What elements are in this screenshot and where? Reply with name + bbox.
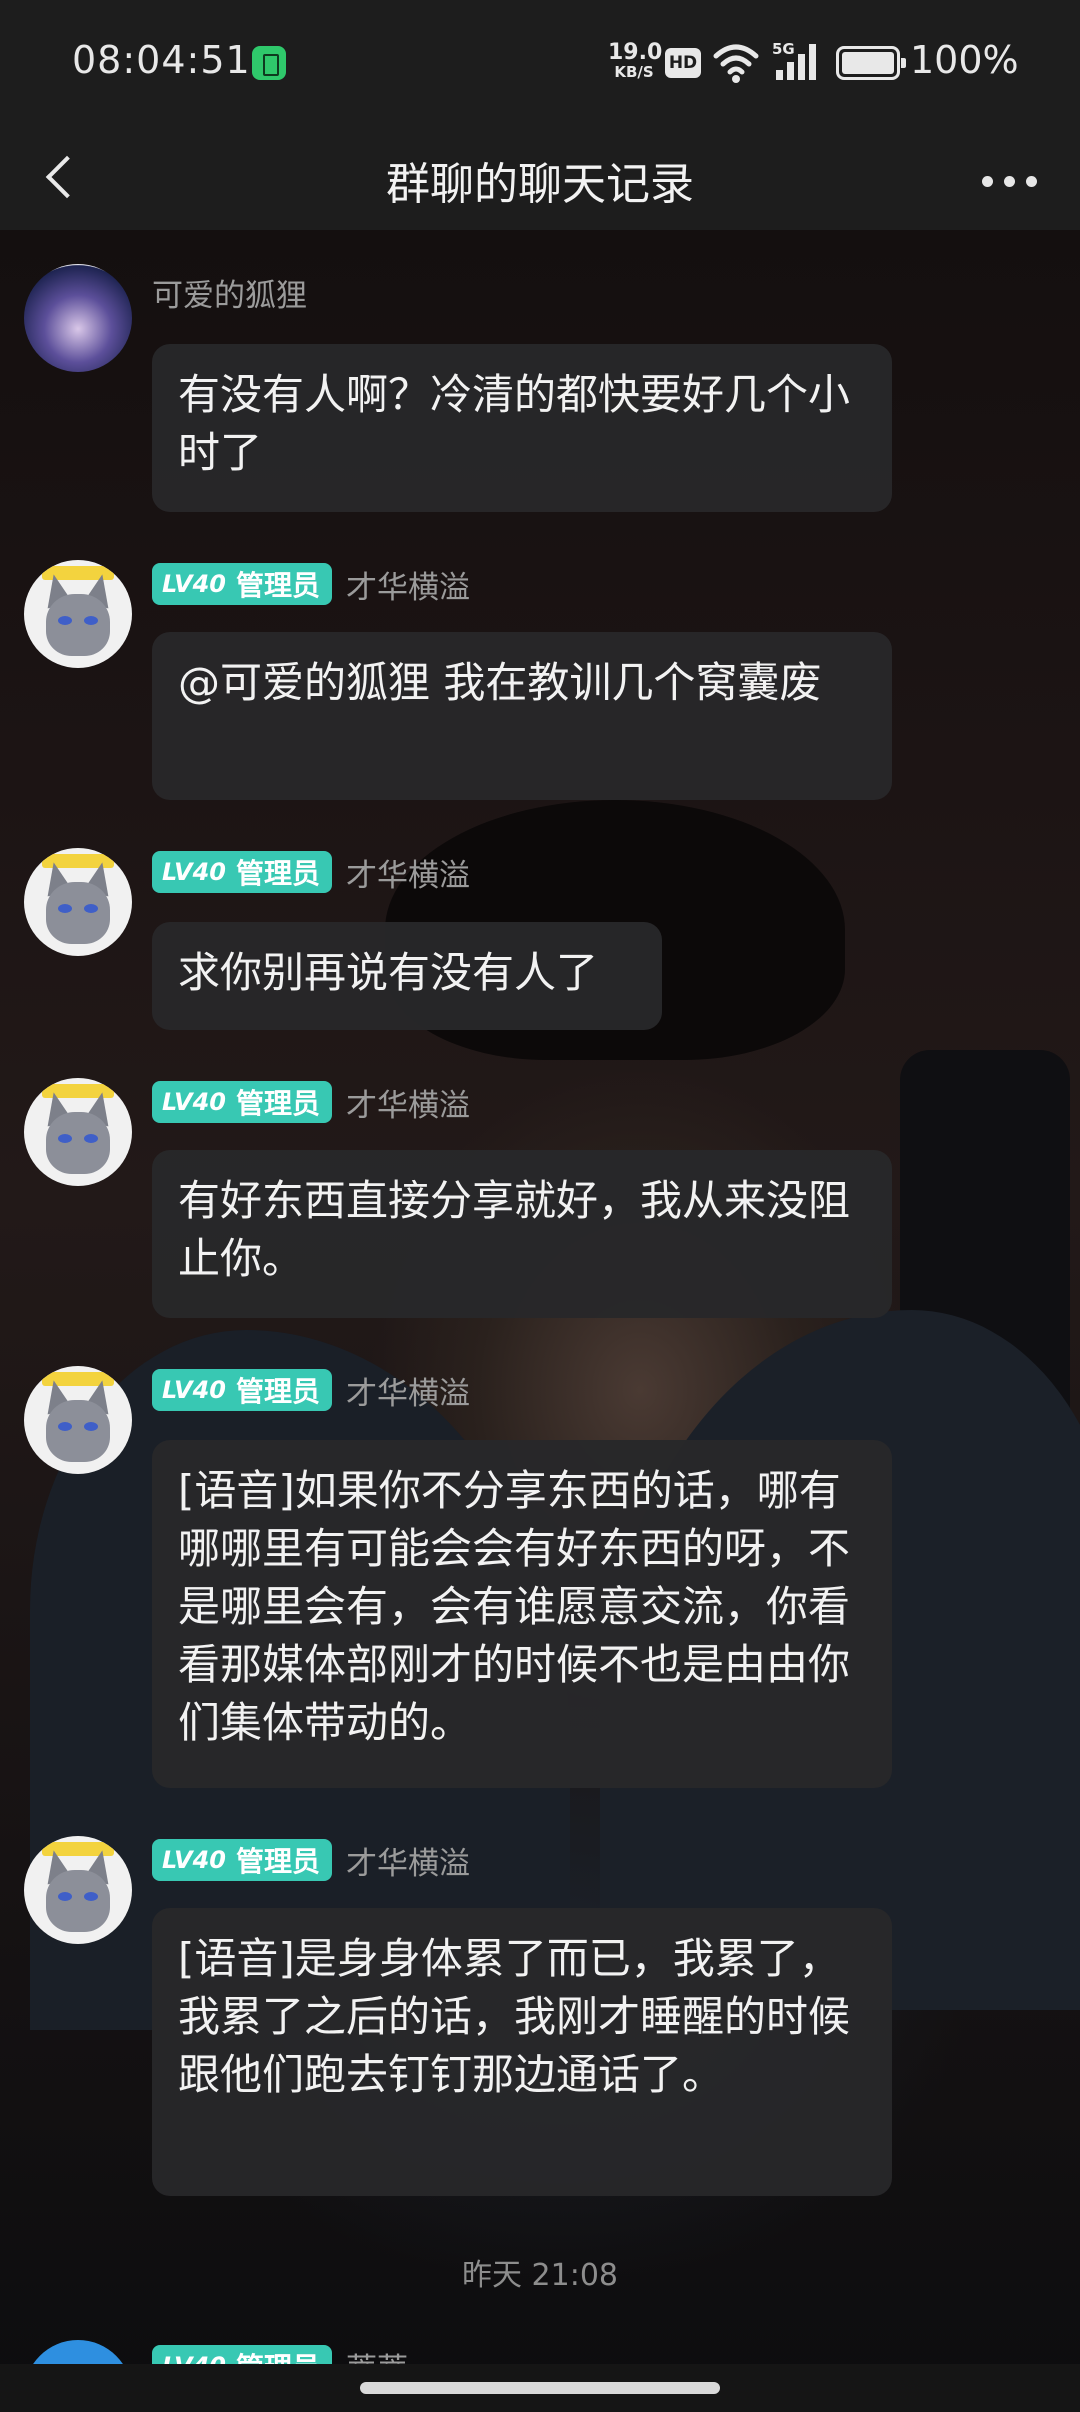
screen: 08:04:51 19.0 KB/S HD 5G 100% 群聊的聊天记录 可爱… (0, 0, 1080, 2412)
level-label: LV40 (162, 858, 226, 886)
message-text: 有没有人啊？冷清的都快要好几个小时了 (178, 370, 851, 477)
avatar-eye (58, 1892, 72, 1901)
avatar[interactable] (24, 848, 132, 956)
avatar[interactable] (24, 560, 132, 668)
admin-badge: LV40 管理员 (152, 1369, 332, 1411)
message-bubble[interactable]: 求你别再说有没有人了 (152, 922, 662, 1030)
message-text: 有好东西直接分享就好，我从来没阻止你。 (178, 1176, 851, 1283)
message-sender: LV40 管理员 才华横溢 (152, 1080, 470, 1124)
admin-badge: LV40 管理员 (152, 1081, 332, 1123)
sender-name: 才华横溢 (345, 1375, 470, 1412)
role-label: 管理员 (235, 1375, 320, 1408)
avatar-eye (84, 1892, 98, 1901)
avatar[interactable] (24, 264, 132, 372)
level-label: LV40 (162, 1376, 226, 1404)
role-label: 管理员 (235, 1845, 320, 1878)
avatar-eye (84, 1422, 98, 1431)
sender-name: 可爱的狐狸 (152, 277, 307, 314)
role-label: 管理员 (235, 857, 320, 890)
avatar-eye (84, 904, 98, 913)
message-sender: LV40 管理员 才华横溢 (152, 1838, 470, 1882)
avatar-eye (84, 616, 98, 625)
avatar-eye (58, 1134, 72, 1143)
avatar[interactable] (24, 1366, 132, 1474)
avatar-face (46, 1870, 110, 1932)
level-label: LV40 (162, 1846, 226, 1874)
admin-badge: LV40 管理员 (152, 851, 332, 893)
avatar-eye (58, 616, 72, 625)
home-indicator[interactable] (360, 2382, 720, 2394)
message-bubble[interactable]: [语音]是身身体累了而已，我累了，我累了之后的话，我刚才睡醒的时候跟他们跑去钉钉… (152, 1908, 892, 2196)
level-label: LV40 (162, 570, 226, 598)
message-sender: LV40 管理员 才华横溢 (152, 850, 470, 894)
admin-badge: LV40 管理员 (152, 1839, 332, 1881)
chat-message-list[interactable]: 可爱的狐狸 有没有人啊？冷清的都快要好几个小时了 LV40 管理员 才华横溢 @… (0, 0, 1080, 2412)
system-navigation-bar (0, 2364, 1080, 2412)
level-label: LV40 (162, 1088, 226, 1116)
message-bubble[interactable]: [语音]如果你不分享东西的话，哪有哪哪里有可能会会有好东西的呀，不是哪里会有，会… (152, 1440, 892, 1788)
message-text: 求你别再说有没有人了 (178, 948, 599, 997)
avatar[interactable] (24, 1836, 132, 1944)
avatar-face (46, 1112, 110, 1174)
role-label: 管理员 (235, 569, 320, 602)
time-separator: 昨天 21:08 (462, 2258, 618, 2293)
message-sender: 可爱的狐狸 (152, 270, 307, 314)
message-bubble[interactable]: 有没有人啊？冷清的都快要好几个小时了 (152, 344, 892, 512)
avatar-face (46, 882, 110, 944)
message-bubble[interactable]: @可爱的狐狸 我在教训几个窝囊废 (152, 632, 892, 800)
sender-name: 才华横溢 (345, 569, 470, 606)
avatar-eye (58, 1422, 72, 1431)
message-text: [语音]如果你不分享东西的话，哪有哪哪里有可能会会有好东西的呀，不是哪里会有，会… (178, 1466, 851, 1747)
admin-badge: LV40 管理员 (152, 563, 332, 605)
message-text: [语音]是身身体累了而已，我累了，我累了之后的话，我刚才睡醒的时候跟他们跑去钉钉… (178, 1934, 851, 2099)
message-text: @可爱的狐狸 我在教训几个窝囊废 (178, 658, 822, 707)
sender-name: 才华横溢 (345, 1845, 470, 1882)
message-sender: LV40 管理员 才华横溢 (152, 1368, 470, 1412)
avatar-eye (84, 1134, 98, 1143)
avatar-face (46, 594, 110, 656)
message-bubble[interactable]: 有好东西直接分享就好，我从来没阻止你。 (152, 1150, 892, 1318)
avatar-eye (58, 904, 72, 913)
message-sender: LV40 管理员 才华横溢 (152, 562, 470, 606)
avatar[interactable] (24, 1078, 132, 1186)
sender-name: 才华横溢 (345, 1087, 470, 1124)
sender-name: 才华横溢 (345, 857, 470, 894)
avatar-face (46, 1400, 110, 1462)
role-label: 管理员 (235, 1087, 320, 1120)
